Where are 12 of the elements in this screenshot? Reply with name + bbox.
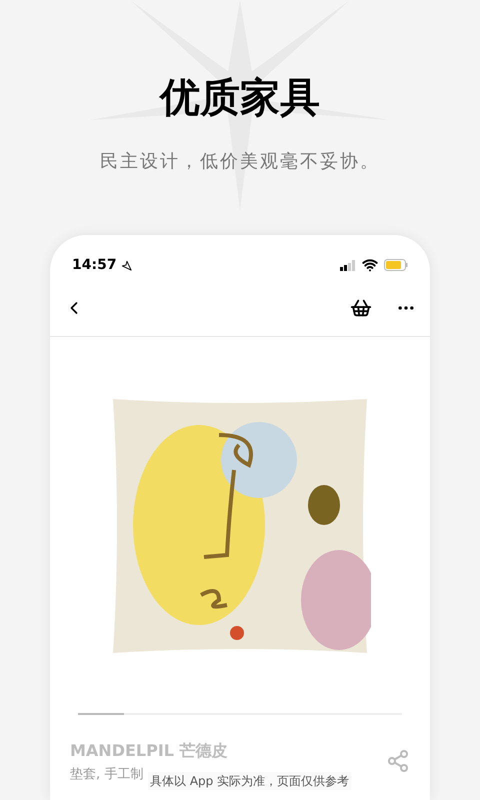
product-name: MANDELPIL 芒德皮 xyxy=(70,740,228,762)
battery-icon xyxy=(384,259,408,271)
signal-icon xyxy=(340,260,356,270)
carousel-indicator xyxy=(78,712,124,714)
disclaimer: 具体以 App 实际为准，页面仅供参考 xyxy=(148,772,352,790)
wifi-icon xyxy=(362,257,378,273)
tagline: 民主设计，低价美观毫不妥协。 xyxy=(100,150,380,174)
basket-icon[interactable] xyxy=(350,296,372,318)
location-icon xyxy=(120,260,132,270)
status-time: 14:57 xyxy=(72,256,117,274)
product-description: 垫套, 手工制 xyxy=(70,766,144,784)
headline: 优质家具 xyxy=(160,74,320,123)
